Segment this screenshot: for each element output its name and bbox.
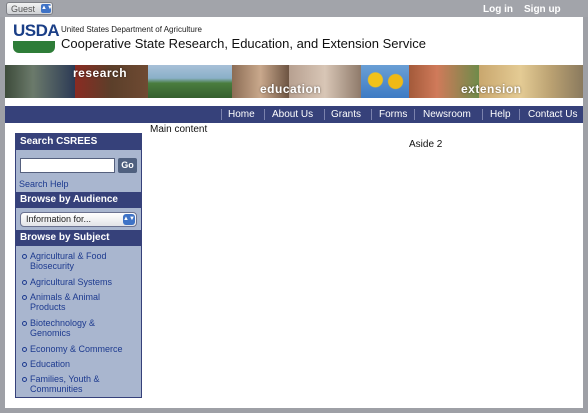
- search-heading: Search CSREES: [16, 134, 141, 150]
- department-name: United States Department of Agriculture: [61, 25, 202, 34]
- subject-link[interactable]: Animals & Animal Products: [30, 292, 130, 312]
- subject-link[interactable]: Agricultural Systems: [30, 277, 130, 287]
- subject-link[interactable]: Agricultural & Food Biosecurity: [30, 251, 130, 271]
- logo-stripe: [13, 41, 55, 53]
- chevron-updown-icon: ▲▼: [41, 4, 53, 13]
- sidebar: Search CSREES Go Search Help Browse by A…: [15, 133, 142, 398]
- search-input[interactable]: [20, 158, 115, 173]
- search-help-link[interactable]: Search Help: [19, 179, 69, 189]
- page: USDA United States Department of Agricul…: [5, 17, 583, 408]
- nav-separator: [324, 109, 325, 120]
- nav-separator: [414, 109, 415, 120]
- subject-link[interactable]: Biotechnology & Genomics: [30, 318, 130, 338]
- bullet-icon: [22, 377, 27, 382]
- main-nav: Home About Us Grants Forms Newsroom Help…: [5, 106, 583, 123]
- search-go-button[interactable]: Go: [118, 158, 137, 173]
- nav-grants[interactable]: Grants: [331, 106, 361, 123]
- main-content-label: Main content: [150, 124, 208, 135]
- nav-separator: [221, 109, 222, 120]
- subject-link[interactable]: Economy & Commerce: [30, 344, 130, 354]
- aside-2-label: Aside 2: [409, 139, 443, 150]
- signup-link[interactable]: Sign up: [524, 4, 561, 15]
- nav-about-us[interactable]: About Us: [272, 106, 313, 123]
- banner-word-education: education: [260, 82, 322, 96]
- guest-account-select[interactable]: Guest ▲▼: [6, 2, 53, 15]
- audience-select[interactable]: Information for... ▲▼: [20, 212, 137, 227]
- nav-forms[interactable]: Forms: [379, 106, 407, 123]
- agency-title: Cooperative State Research, Education, a…: [61, 36, 426, 51]
- subject-heading: Browse by Subject: [16, 230, 141, 246]
- bullet-icon: [22, 347, 27, 352]
- subject-link[interactable]: Families, Youth & Communities: [30, 374, 130, 394]
- usda-logo[interactable]: USDA: [13, 21, 60, 53]
- nav-separator: [371, 109, 372, 120]
- subject-link[interactable]: Education: [30, 359, 130, 369]
- banner-word-extension: extension: [461, 82, 522, 96]
- bullet-icon: [22, 362, 27, 367]
- nav-home[interactable]: Home: [228, 106, 255, 123]
- photo-banner: research education extension: [5, 65, 583, 98]
- bullet-icon: [22, 254, 27, 259]
- banner-photo-field: [148, 65, 232, 98]
- nav-separator: [264, 109, 265, 120]
- logo-text: USDA: [13, 21, 60, 40]
- banner-photo-sunflowers: [361, 65, 409, 98]
- banner-photo-researchers: [5, 65, 75, 98]
- audience-select-value: Information for...: [26, 214, 92, 224]
- audience-heading: Browse by Audience: [16, 192, 141, 208]
- nav-help[interactable]: Help: [490, 106, 511, 123]
- banner-word-research: research: [73, 66, 128, 80]
- chevron-updown-icon: ▲▼: [123, 214, 135, 225]
- bullet-icon: [22, 280, 27, 285]
- bullet-icon: [22, 295, 27, 300]
- nav-newsroom[interactable]: Newsroom: [423, 106, 471, 123]
- nav-separator: [519, 109, 520, 120]
- nav-separator: [482, 109, 483, 120]
- login-link[interactable]: Log in: [483, 4, 513, 15]
- nav-contact-us[interactable]: Contact Us: [528, 106, 577, 123]
- bullet-icon: [22, 321, 27, 326]
- browser-toolbar: Guest ▲▼ Log in Sign up: [0, 0, 588, 17]
- guest-label: Guest: [11, 4, 36, 14]
